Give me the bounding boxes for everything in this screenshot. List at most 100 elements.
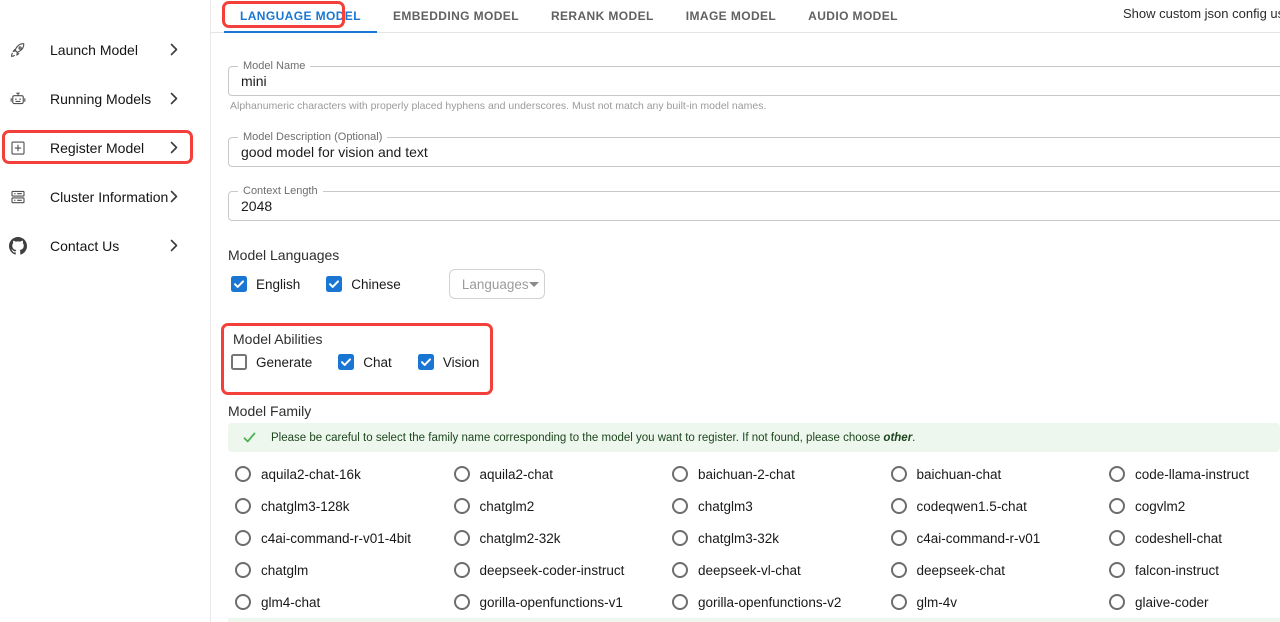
radio-circle-icon bbox=[454, 562, 470, 578]
ability-checkbox-chat[interactable]: Chat bbox=[338, 354, 392, 370]
radio-circle-icon bbox=[1109, 530, 1125, 546]
checkbox-checked-icon bbox=[418, 354, 434, 370]
sidebar-item-label: Contact Us bbox=[50, 238, 119, 254]
radio-circle-icon bbox=[891, 466, 907, 482]
radio-label: glm4-chat bbox=[261, 595, 320, 610]
language-checkbox-english[interactable]: English bbox=[231, 276, 300, 292]
radio-circle-icon bbox=[1109, 466, 1125, 482]
model-abilities-heading: Model Abilities bbox=[233, 331, 323, 347]
radio-circle-icon bbox=[1109, 594, 1125, 610]
family-radio-deepseek-chat[interactable]: deepseek-chat bbox=[884, 562, 1103, 578]
radio-circle-icon bbox=[235, 466, 251, 482]
sidebar-item-launch-model[interactable]: Launch Model bbox=[0, 25, 210, 74]
languages-select[interactable]: Languages bbox=[449, 269, 545, 299]
model-family-options-grid: aquila2-chat-16k aquila2-chat baichuan-2… bbox=[228, 458, 1280, 618]
check-icon bbox=[242, 430, 257, 445]
family-radio-gorilla-openfunctions-v1[interactable]: gorilla-openfunctions-v1 bbox=[447, 594, 666, 610]
sidebar-item-contact-us[interactable]: Contact Us bbox=[0, 221, 210, 270]
model-languages-row: English Chinese Languages bbox=[231, 270, 545, 298]
checkbox-unchecked-icon bbox=[231, 354, 247, 370]
tab-language-model[interactable]: LANGUAGE MODEL bbox=[224, 0, 377, 32]
context-length-field[interactable]: Context Length 2048 bbox=[228, 191, 1280, 221]
next-section-edge bbox=[228, 618, 1280, 622]
checkbox-checked-icon bbox=[338, 354, 354, 370]
radio-circle-icon bbox=[235, 562, 251, 578]
radio-label: chatglm3-128k bbox=[261, 499, 350, 514]
radio-circle-icon bbox=[454, 530, 470, 546]
family-radio-codeshell-chat[interactable]: codeshell-chat bbox=[1102, 530, 1280, 546]
checkbox-label: Chinese bbox=[351, 277, 401, 292]
model-name-helper-text: Alphanumeric characters with properly pl… bbox=[230, 100, 766, 112]
family-radio-deepseek-coder-instruct[interactable]: deepseek-coder-instruct bbox=[447, 562, 666, 578]
family-radio-chatglm2-32k[interactable]: chatglm2-32k bbox=[447, 530, 666, 546]
model-family-notice-text: Please be careful to select the family n… bbox=[271, 432, 915, 444]
ability-checkbox-vision[interactable]: Vision bbox=[418, 354, 480, 370]
sidebar-item-register-model[interactable]: Register Model bbox=[0, 123, 210, 172]
tab-image-model[interactable]: IMAGE MODEL bbox=[670, 0, 792, 32]
tab-rerank-model[interactable]: RERANK MODEL bbox=[535, 0, 670, 32]
radio-label: baichuan-chat bbox=[917, 467, 1002, 482]
sidebar-item-label: Launch Model bbox=[50, 42, 138, 58]
radio-label: cogvlm2 bbox=[1135, 499, 1185, 514]
family-radio-aquila2-chat[interactable]: aquila2-chat bbox=[447, 466, 666, 482]
family-radio-aquila2-chat-16k[interactable]: aquila2-chat-16k bbox=[228, 466, 447, 482]
radio-circle-icon bbox=[1109, 498, 1125, 514]
chevron-right-icon bbox=[170, 92, 179, 105]
cluster-icon bbox=[9, 188, 27, 206]
radio-label: chatglm2 bbox=[480, 499, 535, 514]
model-description-field[interactable]: Model Description (Optional) good model … bbox=[228, 137, 1280, 167]
family-radio-baichuan-chat[interactable]: baichuan-chat bbox=[884, 466, 1103, 482]
radio-label: gorilla-openfunctions-v2 bbox=[698, 595, 841, 610]
family-radio-chatglm3-32k[interactable]: chatglm3-32k bbox=[665, 530, 884, 546]
family-radio-chatglm2[interactable]: chatglm2 bbox=[447, 498, 666, 514]
family-radio-glm-4v[interactable]: glm-4v bbox=[884, 594, 1103, 610]
family-radio-deepseek-vl-chat[interactable]: deepseek-vl-chat bbox=[665, 562, 884, 578]
family-radio-glm4-chat[interactable]: glm4-chat bbox=[228, 594, 447, 610]
radio-circle-icon bbox=[454, 498, 470, 514]
radio-label: code-llama-instruct bbox=[1135, 467, 1249, 482]
radio-label: deepseek-vl-chat bbox=[698, 563, 801, 578]
radio-label: chatglm3 bbox=[698, 499, 753, 514]
family-radio-codeqwen1-5-chat[interactable]: codeqwen1.5-chat bbox=[884, 498, 1103, 514]
model-name-field[interactable]: Model Name mini bbox=[228, 66, 1280, 96]
radio-circle-icon bbox=[672, 562, 688, 578]
family-radio-code-llama-instruct[interactable]: code-llama-instruct bbox=[1102, 466, 1280, 482]
family-radio-gorilla-openfunctions-v2[interactable]: gorilla-openfunctions-v2 bbox=[665, 594, 884, 610]
sidebar-item-cluster-information[interactable]: Cluster Information bbox=[0, 172, 210, 221]
sidebar: Launch Model Running Models Register Mod… bbox=[0, 0, 211, 622]
family-radio-c4ai-command-r-v01-4bit[interactable]: c4ai-command-r-v01-4bit bbox=[228, 530, 447, 546]
checkbox-label: Chat bbox=[363, 355, 392, 370]
radio-label: chatglm bbox=[261, 563, 308, 578]
family-radio-falcon-instruct[interactable]: falcon-instruct bbox=[1102, 562, 1280, 578]
radio-circle-icon bbox=[891, 530, 907, 546]
radio-label: gorilla-openfunctions-v1 bbox=[480, 595, 623, 610]
family-radio-chatglm[interactable]: chatglm bbox=[228, 562, 447, 578]
sidebar-item-running-models[interactable]: Running Models bbox=[0, 74, 210, 123]
radio-circle-icon bbox=[672, 498, 688, 514]
radio-circle-icon bbox=[891, 594, 907, 610]
tab-audio-model[interactable]: AUDIO MODEL bbox=[792, 0, 914, 32]
chevron-right-icon bbox=[170, 43, 179, 56]
family-radio-chatglm3[interactable]: chatglm3 bbox=[665, 498, 884, 514]
model-family-notice-banner: Please be careful to select the family n… bbox=[228, 423, 1280, 452]
family-radio-glaive-coder[interactable]: glaive-coder bbox=[1102, 594, 1280, 610]
radio-circle-icon bbox=[672, 466, 688, 482]
tab-embedding-model[interactable]: EMBEDDING MODEL bbox=[377, 0, 535, 32]
radio-label: glm-4v bbox=[917, 595, 958, 610]
model-abilities-row: Generate Chat Vision bbox=[231, 348, 505, 376]
register-model-page: Launch Model Running Models Register Mod… bbox=[0, 0, 1280, 622]
family-radio-c4ai-command-r-v01[interactable]: c4ai-command-r-v01 bbox=[884, 530, 1103, 546]
radio-label: c4ai-command-r-v01 bbox=[917, 531, 1041, 546]
notice-emphasis: other bbox=[883, 432, 912, 444]
radio-label: codeshell-chat bbox=[1135, 531, 1222, 546]
family-radio-cogvlm2[interactable]: cogvlm2 bbox=[1102, 498, 1280, 514]
language-checkbox-chinese[interactable]: Chinese bbox=[326, 276, 401, 292]
sidebar-item-label: Register Model bbox=[50, 140, 144, 156]
ability-checkbox-generate[interactable]: Generate bbox=[231, 354, 312, 370]
radio-circle-icon bbox=[235, 530, 251, 546]
sidebar-item-label: Running Models bbox=[50, 91, 151, 107]
family-radio-baichuan-2-chat[interactable]: baichuan-2-chat bbox=[665, 466, 884, 482]
family-radio-chatglm3-128k[interactable]: chatglm3-128k bbox=[228, 498, 447, 514]
radio-label: codeqwen1.5-chat bbox=[917, 499, 1027, 514]
radio-label: chatglm3-32k bbox=[698, 531, 779, 546]
